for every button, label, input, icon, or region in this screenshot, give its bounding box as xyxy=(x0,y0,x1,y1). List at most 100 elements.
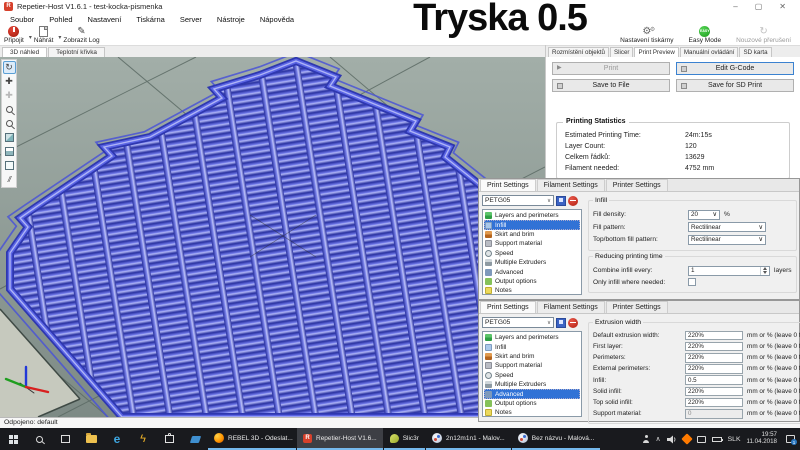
preset-select[interactable]: PETG05 ∨ xyxy=(482,195,554,206)
taskbar-clock[interactable]: 19:57 11.04.2018 xyxy=(746,432,777,446)
list-item-skirt[interactable]: Skirt and brim xyxy=(484,230,580,239)
solid-infill-input[interactable]: 220% xyxy=(685,387,743,397)
list-item-output[interactable]: Output options xyxy=(484,277,580,286)
list-item-speed[interactable]: Speed xyxy=(484,371,580,380)
speaker-icon[interactable] xyxy=(667,435,677,444)
zoom-out-tool[interactable] xyxy=(3,117,16,130)
taskbar-app-repetier[interactable]: R Repetier-Host V1.6... xyxy=(297,428,383,450)
rotate-view-tool[interactable]: ↻ xyxy=(3,61,16,74)
top-view-tool[interactable] xyxy=(3,159,16,172)
show-log-button[interactable]: ✎ Zobrazit Log xyxy=(63,26,99,44)
tab-printer-settings[interactable]: Printer Settings xyxy=(606,301,668,313)
maximize-button[interactable]: ▢ xyxy=(755,2,763,11)
store-button[interactable] xyxy=(156,428,182,450)
tab-printer-settings[interactable]: Printer Settings xyxy=(606,179,668,191)
taskbar-app-paint2[interactable]: Bez názvu - Malová... xyxy=(512,428,600,450)
emergency-stop-button[interactable]: ↻ Nouzové přerušení xyxy=(736,26,791,44)
display-icon[interactable] xyxy=(697,436,706,443)
top-solid-infill-input[interactable]: 220% xyxy=(685,398,743,408)
minimize-button[interactable]: – xyxy=(733,2,737,11)
taskbar-app-rebel3d[interactable]: REBEL 3D - Odeslat... xyxy=(208,428,296,450)
only-infill-checkbox[interactable] xyxy=(688,278,696,286)
list-item-skirt[interactable]: Skirt and brim xyxy=(484,352,580,361)
load-dropdown-caret-icon[interactable]: ▾ xyxy=(58,31,61,41)
zoom-in-tool[interactable] xyxy=(3,103,16,116)
list-item-output[interactable]: Output options xyxy=(484,399,580,408)
tab-filament-settings[interactable]: Filament Settings xyxy=(537,301,605,313)
language-indicator[interactable]: SLK xyxy=(728,436,741,443)
battery-icon[interactable] xyxy=(712,437,722,442)
list-item-extruders[interactable]: Multiple Extruders xyxy=(484,258,580,267)
pinned-app-button[interactable] xyxy=(182,428,208,450)
list-item-infill[interactable]: Infill xyxy=(484,342,580,351)
daemon-tools-button[interactable]: ϟ xyxy=(130,428,156,450)
start-button[interactable] xyxy=(0,428,26,450)
tab-print-settings[interactable]: Print Settings xyxy=(480,179,536,191)
easy-mode-button[interactable]: EASY Easy Mode xyxy=(689,26,722,44)
menu-nastaveni[interactable]: Nastavení xyxy=(88,15,122,24)
menu-tiskarna[interactable]: Tiskárna xyxy=(136,15,164,24)
list-item-layers[interactable]: Layers and perimeters xyxy=(484,333,580,342)
preset-select[interactable]: PETG05 ∨ xyxy=(482,317,554,328)
delete-preset-icon[interactable] xyxy=(568,318,578,328)
save-to-file-button[interactable]: Save to File xyxy=(552,79,670,92)
list-item-advanced[interactable]: Advanced xyxy=(484,389,580,398)
list-item-support[interactable]: Support material xyxy=(484,361,580,370)
isometric-view-tool[interactable] xyxy=(3,131,16,144)
delete-preset-icon[interactable] xyxy=(568,196,578,206)
people-icon[interactable] xyxy=(643,435,650,443)
tray-expand-chevron-icon[interactable]: ∧ xyxy=(656,435,661,443)
first-layer-input[interactable]: 220% xyxy=(685,342,743,352)
list-item-speed[interactable]: Speed xyxy=(484,249,580,258)
tab-3d-view[interactable]: 3D náhled xyxy=(2,47,47,57)
tab-temperature-curve[interactable]: Teplotní křivka xyxy=(48,47,105,57)
tab-object-placement[interactable]: Rozmístění objektů xyxy=(548,47,609,57)
fill-pattern-select[interactable]: Rectilinear ∨ xyxy=(688,222,766,232)
taskbar-search-button[interactable] xyxy=(26,428,52,450)
task-view-button[interactable] xyxy=(52,428,78,450)
save-preset-icon[interactable] xyxy=(556,196,566,206)
print-button[interactable]: ▶ Print xyxy=(552,62,670,75)
front-view-tool[interactable] xyxy=(3,145,16,158)
tab-print-settings[interactable]: Print Settings xyxy=(480,301,536,313)
edge-button[interactable]: e xyxy=(104,428,130,450)
list-item-notes[interactable]: Notes xyxy=(484,286,580,295)
infill-width-input[interactable]: 0.5 xyxy=(685,375,743,385)
list-item-extruders[interactable]: Multiple Extruders xyxy=(484,380,580,389)
move-object-tool[interactable]: ✚ xyxy=(3,89,16,102)
tab-slicer[interactable]: Slicer xyxy=(610,47,633,57)
perimeters-input[interactable]: 220% xyxy=(685,353,743,363)
combine-infill-spinner[interactable]: 1 xyxy=(688,266,770,276)
save-preset-icon[interactable] xyxy=(556,318,566,328)
connect-button[interactable]: Připojit xyxy=(4,26,24,44)
menu-nastroje[interactable]: Nástroje xyxy=(217,15,245,24)
close-button[interactable]: ✕ xyxy=(779,2,786,11)
list-item-support[interactable]: Support material xyxy=(484,239,580,248)
move-view-tool[interactable]: ✚ xyxy=(3,75,16,88)
tab-manual-control[interactable]: Manuální ovládání xyxy=(680,47,739,57)
top-bottom-pattern-select[interactable]: Rectilinear ∨ xyxy=(688,235,766,245)
parallel-projection-tool[interactable]: // xyxy=(3,173,16,186)
action-center-icon[interactable]: 1 xyxy=(786,435,795,443)
tab-filament-settings[interactable]: Filament Settings xyxy=(537,179,605,191)
spinner-arrows-icon[interactable] xyxy=(760,267,768,275)
load-button[interactable]: Náhrát xyxy=(34,26,54,44)
tab-print-preview[interactable]: Print Preview xyxy=(634,47,678,57)
list-item-infill[interactable]: Infill xyxy=(484,220,580,229)
list-item-layers[interactable]: Layers and perimeters xyxy=(484,211,580,220)
taskbar-app-paint1[interactable]: 2n12m1n1 - Malov... xyxy=(426,428,511,450)
list-item-notes[interactable]: Notes xyxy=(484,408,580,417)
menu-soubor[interactable]: Soubor xyxy=(10,15,34,24)
3d-scene-canvas[interactable] xyxy=(0,57,545,417)
save-for-sd-button[interactable]: Save for SD Print xyxy=(676,79,794,92)
fill-density-select[interactable]: 20 ∨ xyxy=(688,210,720,220)
taskbar-app-slic3r[interactable]: Slic3r xyxy=(384,428,425,450)
file-explorer-button[interactable] xyxy=(78,428,104,450)
edit-gcode-button[interactable]: Edit G-Code xyxy=(676,62,794,75)
menu-pohled[interactable]: Pohled xyxy=(49,15,72,24)
menu-server[interactable]: Server xyxy=(180,15,202,24)
antivirus-icon[interactable] xyxy=(681,433,692,444)
default-extrusion-input[interactable]: 220% xyxy=(685,331,743,341)
external-perimeters-input[interactable]: 220% xyxy=(685,364,743,374)
tab-sd-card[interactable]: SD karta xyxy=(739,47,771,57)
